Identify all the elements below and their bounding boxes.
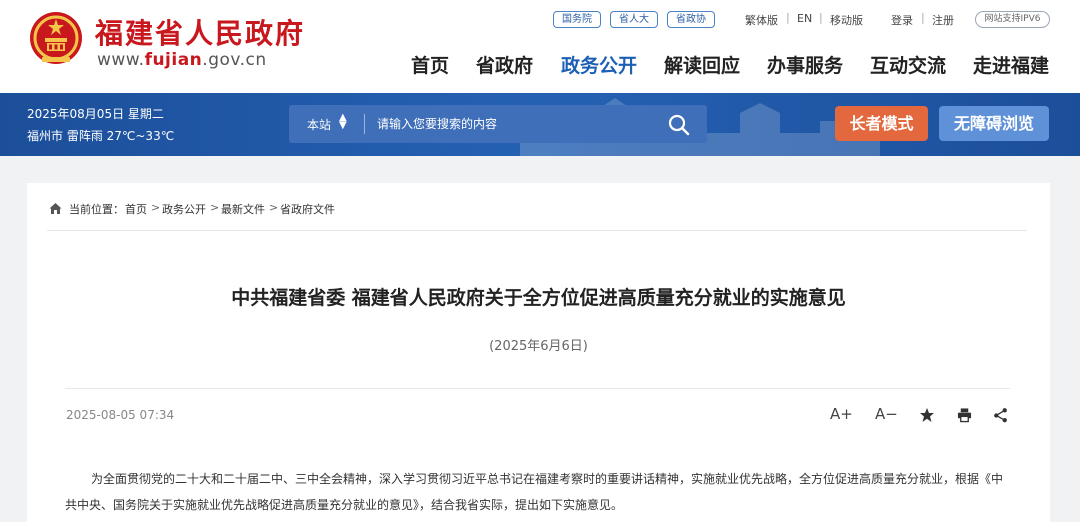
- site-name[interactable]: 福建省人民政府: [95, 12, 305, 52]
- print-icon[interactable]: [957, 405, 972, 425]
- link-provincial-cppcc[interactable]: 省政协: [667, 11, 715, 28]
- search-scope-select[interactable]: 本站: [307, 116, 331, 133]
- separator: |: [786, 11, 790, 24]
- breadcrumb-home[interactable]: 首页: [125, 201, 147, 217]
- breadcrumb-government-affairs[interactable]: 政务公开: [162, 201, 206, 217]
- site-url: www.fujian.gov.cn: [97, 50, 267, 70]
- article-body: 为全面贯彻党的二十大和二十届二中、三中全会精神，深入学习贯彻习近平总书记在福建考…: [65, 466, 1011, 518]
- publish-time: 2025-08-05 07:34: [66, 408, 175, 422]
- font-decrease-button[interactable]: A−: [875, 405, 898, 425]
- current-date: 2025年08月05日 星期二: [27, 107, 164, 121]
- nav-home[interactable]: 首页: [411, 51, 449, 78]
- breadcrumb-provincial-documents[interactable]: 省政府文件: [280, 201, 335, 217]
- breadcrumb-label: 当前位置：: [69, 203, 124, 216]
- home-icon: [49, 203, 62, 214]
- nav-interpretation[interactable]: 解读回应: [664, 51, 740, 78]
- article-card: 当前位置： 首页 > 政务公开 > 最新文件 > 省政府文件 中共福建省委 福建…: [27, 183, 1050, 522]
- site-url-suffix: .gov.cn: [202, 50, 267, 70]
- register-link[interactable]: 注册: [932, 12, 954, 28]
- site-header: 福建省人民政府 www.fujian.gov.cn 国务院 省人大 省政协 繁体…: [0, 0, 1080, 93]
- separator: |: [819, 11, 823, 24]
- divider: [47, 230, 1027, 231]
- site-url-prefix: www.: [97, 50, 145, 70]
- issue-date: (2025年6月6日): [489, 339, 588, 354]
- nav-government-affairs[interactable]: 政务公开: [561, 51, 637, 78]
- weather-info: 福州市 雷阵雨 27℃~33℃: [27, 129, 175, 143]
- separator: |: [921, 11, 925, 24]
- breadcrumb-latest-documents[interactable]: 最新文件: [221, 201, 265, 217]
- divider: [65, 388, 1010, 389]
- elder-mode-button[interactable]: 长者模式: [835, 106, 928, 141]
- accessible-browsing-button[interactable]: 无障碍浏览: [939, 106, 1049, 141]
- article-title: 中共福建省委 福建省人民政府关于全方位促进高质量充分就业的实施意见: [231, 287, 846, 309]
- login-link[interactable]: 登录: [891, 12, 913, 28]
- breadcrumb-separator: >: [151, 201, 161, 214]
- search-input[interactable]: [377, 113, 657, 135]
- site-url-domain: fujian: [144, 50, 203, 70]
- favorite-star-icon[interactable]: [919, 405, 935, 425]
- search-divider: [364, 114, 365, 134]
- link-provincial-congress[interactable]: 省人大: [610, 11, 658, 28]
- link-state-council[interactable]: 国务院: [553, 11, 601, 28]
- nav-provincial-government[interactable]: 省政府: [476, 51, 533, 78]
- nav-services[interactable]: 办事服务: [767, 51, 843, 78]
- mobile-version-link[interactable]: 移动版: [830, 12, 863, 28]
- breadcrumb-separator: >: [210, 201, 220, 214]
- search-bar: 本站 ▲ ▼: [289, 105, 707, 143]
- search-icon[interactable]: [667, 113, 691, 137]
- nav-interaction[interactable]: 互动交流: [870, 51, 946, 78]
- font-increase-button[interactable]: A+: [830, 405, 853, 425]
- national-emblem-icon[interactable]: [27, 10, 85, 68]
- english-link[interactable]: EN: [797, 12, 812, 25]
- share-icon[interactable]: [993, 405, 1008, 425]
- traditional-chinese-link[interactable]: 繁体版: [745, 12, 778, 28]
- sort-arrows-icon[interactable]: ▲ ▼: [339, 113, 347, 131]
- article-body-line1: 为全面贯彻党的二十大和二十届二中、三中全会精神，深入学习贯彻习近平总书记在福建考…: [91, 472, 968, 486]
- nav-about-fujian[interactable]: 走进福建: [973, 51, 1049, 78]
- breadcrumb-separator: >: [269, 201, 279, 214]
- ipv6-badge: 网站支持IPV6: [975, 11, 1050, 28]
